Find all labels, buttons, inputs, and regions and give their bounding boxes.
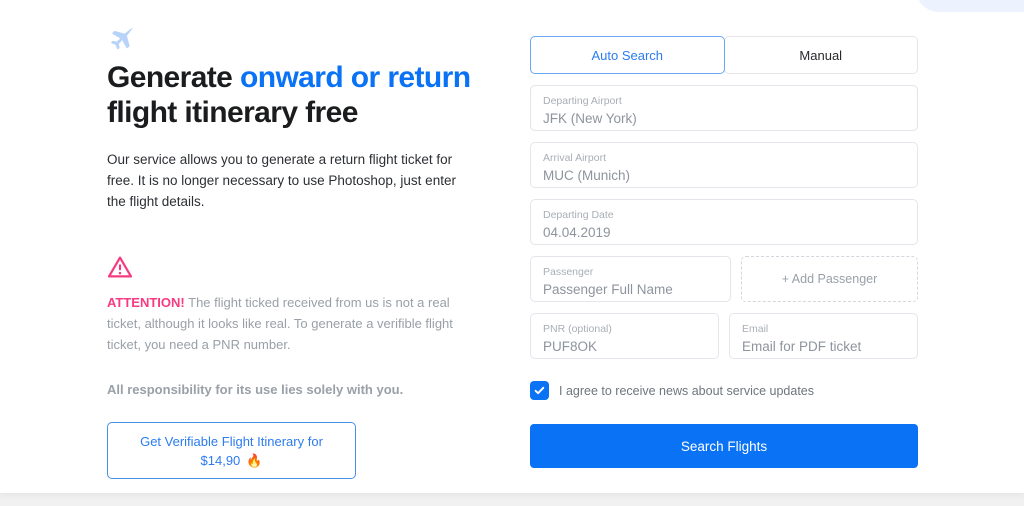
responsibility-text: All responsibility for its use lies sole…: [107, 382, 404, 397]
warning-triangle-icon: [107, 256, 133, 278]
page-card: Generate onward or return flight itinera…: [0, 0, 1024, 493]
agree-row: I agree to receive news about service up…: [530, 381, 918, 400]
email-label: Email: [742, 323, 769, 335]
get-verifiable-itinerary-button[interactable]: Get Verifiable Flight Itinerary for $14,…: [107, 422, 356, 479]
agree-checkbox[interactable]: [530, 381, 549, 400]
search-mode-tabs: Auto Search Manual: [530, 36, 918, 74]
departing-airport-label: Departing Airport: [543, 95, 622, 107]
headline-part-1: Generate: [107, 61, 240, 94]
cta-price: $14,90: [200, 452, 241, 468]
pnr-label: PNR (optional): [543, 323, 612, 335]
departing-airport-field[interactable]: Departing Airport JFK (New York): [530, 85, 918, 131]
departing-date-field[interactable]: Departing Date 04.04.2019: [530, 199, 918, 245]
departing-airport-value: JFK (New York): [543, 111, 637, 126]
passenger-row: Passenger Passenger Full Name + Add Pass…: [530, 256, 918, 302]
cta-line-1: Get Verifiable Flight Itinerary for: [140, 433, 323, 449]
headline-part-5: flight itinerary free: [107, 96, 358, 129]
page-title: Generate onward or return flight itinera…: [107, 60, 477, 130]
search-flights-button[interactable]: Search Flights: [530, 424, 918, 468]
passenger-label: Passenger: [543, 266, 594, 278]
decorative-blob: [916, 0, 1024, 12]
email-field[interactable]: Email Email for PDF ticket: [729, 313, 918, 359]
attention-label: ATTENTION!: [107, 295, 185, 310]
airplane-icon: [111, 27, 134, 50]
arrival-airport-label: Arrival Airport: [543, 152, 607, 164]
fire-icon: 🔥: [246, 452, 263, 468]
tab-auto-search[interactable]: Auto Search: [530, 36, 725, 74]
hero-description: Our service allows you to generate a ret…: [107, 152, 456, 209]
pnr-email-row: PNR (optional) PUF8OK Email Email for PD…: [530, 313, 918, 359]
email-value: Email for PDF ticket: [742, 339, 862, 354]
departing-date-label: Departing Date: [543, 209, 614, 221]
agree-label: I agree to receive news about service up…: [559, 383, 815, 398]
departing-date-value: 04.04.2019: [543, 225, 611, 240]
arrival-airport-value: MUC (Munich): [543, 168, 631, 183]
tab-manual[interactable]: Manual: [723, 36, 918, 74]
headline-part-2: onward or: [240, 61, 380, 94]
checkmark-icon: [534, 386, 545, 395]
pnr-field[interactable]: PNR (optional) PUF8OK: [530, 313, 719, 359]
add-passenger-button[interactable]: + Add Passenger: [741, 256, 918, 302]
passenger-field[interactable]: Passenger Passenger Full Name: [530, 256, 731, 302]
pnr-value: PUF8OK: [543, 339, 598, 354]
headline-part-4: return: [387, 61, 471, 94]
hero-section: Generate onward or return flight itinera…: [107, 26, 477, 479]
attention-text: ATTENTION! The flight ticked received fr…: [107, 292, 477, 355]
flight-search-form: Auto Search Manual Departing Airport JFK…: [530, 36, 918, 468]
passenger-value: Passenger Full Name: [543, 282, 673, 297]
arrival-airport-field[interactable]: Arrival Airport MUC (Munich): [530, 142, 918, 188]
